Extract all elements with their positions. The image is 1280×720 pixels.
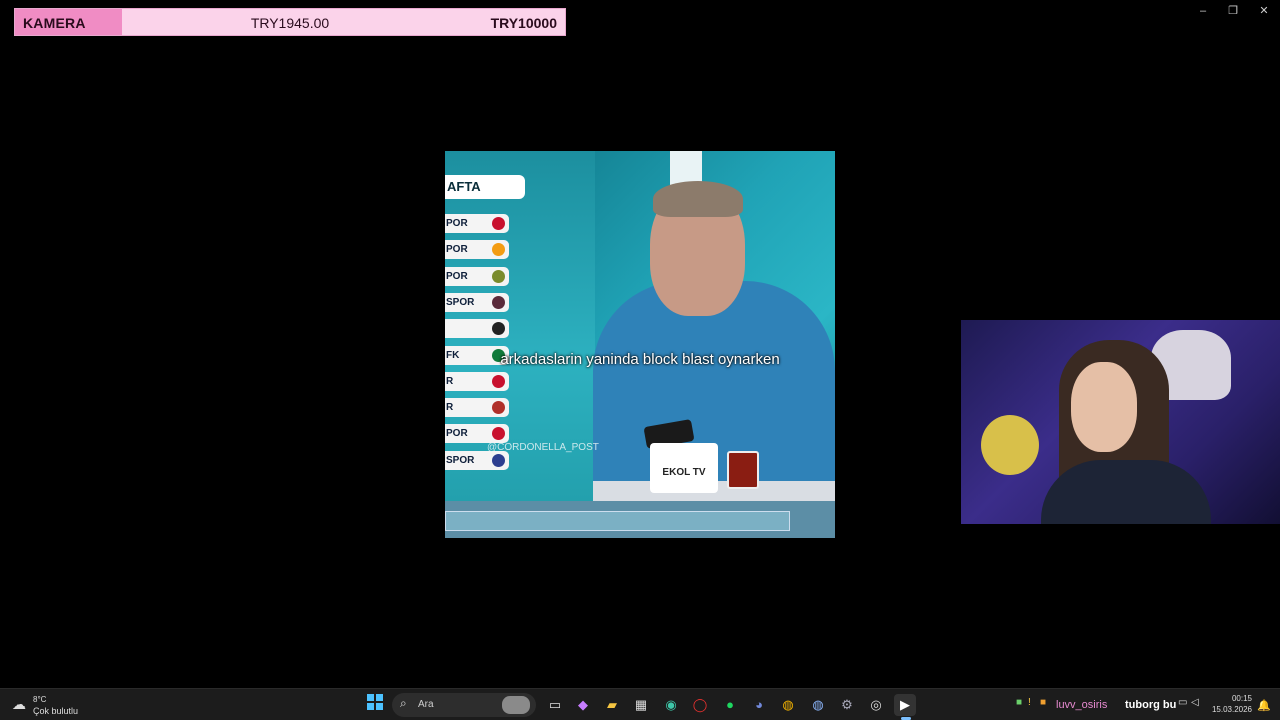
settings-icon[interactable]: ⚙ [836,694,858,716]
team-row: SPOR [445,450,509,470]
tea-glass [727,451,759,489]
clock-time: 00:15 [1231,694,1252,703]
close-button[interactable]: ✕ [1249,4,1279,18]
tray-alert-icon[interactable]: ! [1028,697,1031,708]
presenter-hair [653,181,743,217]
video-caption: arkadaslarin yaninda block blast oynarke… [500,351,780,368]
team-name: POR [446,428,468,440]
team-name: POR [446,218,468,229]
chrome-dev-icon[interactable]: ◍ [807,694,829,716]
team-crest-icon [492,243,505,257]
obs-icon[interactable]: ◎ [865,694,887,716]
volume-icon[interactable]: ◁ [1191,697,1199,708]
team-row: SPOR [445,292,509,312]
webcam-feed [961,320,1280,524]
chat-username: luvv_osiris [1056,699,1108,711]
store-icon[interactable]: ▦ [630,694,652,716]
bottom-ticker-bar [445,511,790,531]
team-crest-icon [492,374,505,388]
team-crest-icon [492,322,505,336]
cloud-icon: ☁ [12,696,26,712]
donation-goal-bar: KAMERA TRY1945.00 TRY10000 [14,8,566,36]
network-icon[interactable]: ▭ [1178,697,1187,708]
copilot-icon[interactable]: ◆ [572,694,594,716]
clock[interactable]: 00:15 15.03.2026 [1206,693,1252,715]
team-crest-icon [492,427,505,441]
team-name: SPOR [446,454,475,466]
team-name: R [446,375,454,387]
file-explorer-icon[interactable]: ▰ [601,694,623,716]
notification-bell-icon[interactable]: 🔔 [1257,699,1271,712]
chrome-icon[interactable]: ◍ [777,694,799,716]
team-crest-icon [492,401,505,415]
search-highlight-icon [502,696,530,714]
chat-message: tuborg bu [1125,699,1177,711]
search-box[interactable]: ⌕ Ara [392,693,536,717]
video-player[interactable]: AFTA POR POR POR SPOR FK R R POR SPOR EKOL TV ar… [445,151,835,538]
team-name: POR [446,270,468,282]
team-row: R [445,398,509,418]
media-player-icon[interactable]: ▶ [894,694,916,716]
team-name: R [446,402,454,414]
team-row: POR [445,214,509,233]
week-label: AFTA [445,175,525,199]
team-crest-icon [492,453,505,467]
streamer-face [1071,362,1137,452]
team-crest-icon [492,295,505,309]
team-row [445,319,509,339]
edge-icon[interactable]: ◉ [660,694,682,716]
clock-date: 15.03.2026 [1211,705,1252,714]
team-name: SPOR [446,296,475,308]
opera-icon[interactable]: ◯ [689,694,711,716]
team-row: POR [445,240,509,260]
discord-icon[interactable]: ◕ [748,694,770,716]
weather-widget[interactable]: ☁ 8°C Çok bulutlu [12,692,92,718]
weather-condition: Çok bulutlu [33,706,79,716]
mug: EKOL TV [650,443,718,493]
plush-toy [981,415,1039,475]
goal-current-amount: TRY1945.00 [250,15,330,31]
task-view-icon[interactable]: ▭ [544,694,566,716]
team-crest-icon [492,217,505,230]
goal-target-amount: TRY10000 [490,15,557,31]
team-row: POR [445,424,509,444]
maximize-button[interactable]: ❐ [1218,4,1248,18]
team-row: R [445,371,509,391]
team-row: POR [445,266,509,286]
team-crest-icon [492,269,505,283]
minimize-button[interactable]: – [1188,4,1218,18]
streamer-shirt [1041,460,1211,524]
video-watermark: @CORDONELLA_POST [487,442,599,453]
spotify-icon[interactable]: ● [719,694,741,716]
tray-app-icon[interactable]: ■ [1016,697,1022,708]
tray-folder-icon[interactable]: ■ [1040,697,1046,708]
windows-start-icon[interactable] [364,694,386,716]
weather-temp: 8°C [33,695,47,704]
taskbar: ☁ 8°C Çok bulutlu ⌕ Ara ▭ ◆ ▰ ▦ ◉ ◯ ● ◕ … [0,688,1280,720]
team-name: POR [446,244,468,256]
search-placeholder: Ara [418,699,434,710]
search-icon: ⌕ [400,696,407,710]
